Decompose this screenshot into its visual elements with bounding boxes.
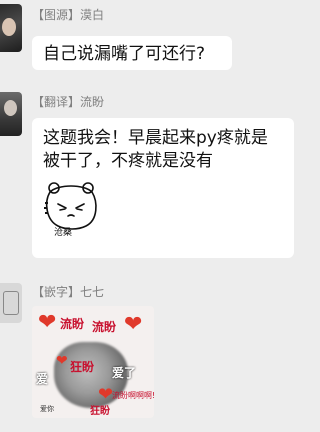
message-bubble[interactable]: 这题我会！早晨起来py疼就是被干了，不疼就是没有 沧桑 [32,118,294,258]
sticker-label: 狂盼 [90,406,110,417]
sender-name: 【翻译】流盼 [32,95,105,109]
avatar-mark [3,291,19,315]
heart-icon: ❤ [124,312,143,337]
heart-icon: ❤ [38,310,57,335]
sticker-label: 流盼 [60,317,85,331]
sticker-label: 流盼啊啊啊! [112,391,154,400]
sticker-label: 流盼 [92,320,117,334]
message-text: 这题我会！早晨起来py疼就是被干了，不疼就是没有 [43,128,268,171]
sticker-label: 狂盼 [70,360,95,374]
avatar[interactable] [0,283,22,323]
sticker-label: 爱了 [112,366,137,380]
sender-name: 【图源】漠白 [32,8,105,22]
message-text: 自己说漏嘴了可还行? [43,44,206,64]
avatar-face [4,100,17,116]
sender-name: 【嵌字】七七 [32,285,105,299]
sticker-caption: 沧桑 [54,228,73,238]
heart-icon: ❤ [56,353,68,369]
avatar-face [2,18,16,36]
sticker-label: 爱你 [40,405,54,413]
avatar[interactable] [0,4,22,52]
heart-sticker[interactable]: ❤ 流盼 流盼 ❤ ❤ 狂盼 爱了 爱 ❤ 狂盼 爱你 流盼啊啊啊! [32,306,154,418]
message-bubble[interactable]: 自己说漏嘴了可还行? [32,36,232,70]
sticker-label: 爱 [36,372,49,386]
avatar[interactable] [0,92,22,136]
